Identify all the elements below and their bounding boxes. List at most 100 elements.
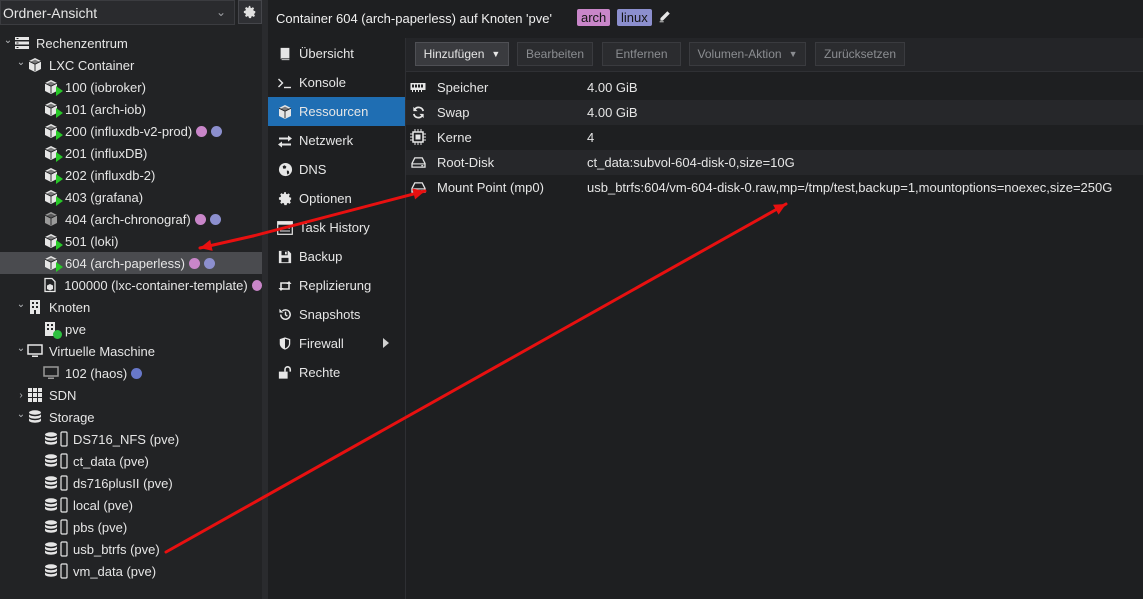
tag-dot (251, 279, 262, 291)
reset-button[interactable]: Zurücksetzen (815, 42, 905, 66)
terminal-icon (277, 75, 293, 91)
tree-item[interactable]: 501 (loki) (0, 230, 262, 252)
resource-row[interactable]: Kerne 4 (406, 125, 1143, 150)
nav-item-label: Replizierung (299, 278, 372, 293)
resource-key: Mount Point (mp0) (437, 180, 544, 195)
tree-item-label: 604 (arch-paperless) (65, 255, 185, 271)
nav-item[interactable]: Rechte (268, 358, 405, 387)
pencil-icon[interactable] (658, 10, 671, 23)
gear-icon (277, 191, 293, 207)
tree-item[interactable]: usb_btrfs (pve) (0, 538, 262, 560)
remove-button[interactable]: Entfernen (602, 42, 681, 66)
tree-item-label: 403 (grafana) (65, 189, 144, 205)
resource-row[interactable]: Swap 4.00 GiB (406, 100, 1143, 125)
tree-item-label: Knoten (49, 299, 91, 315)
nav-item-label: Task History (299, 220, 370, 235)
nav-item-label: Übersicht (299, 46, 354, 61)
edit-button[interactable]: Bearbeiten (517, 42, 593, 66)
tree-item[interactable]: vm_data (pve) (0, 560, 262, 582)
tree-item[interactable]: local (pve) (0, 494, 262, 516)
tree-item[interactable]: 102 (haos) (0, 362, 262, 384)
hdd-icon (410, 179, 426, 195)
nav-item-label: Konsole (299, 75, 346, 90)
resource-row[interactable]: Speicher 4.00 GiB (406, 75, 1143, 100)
nav-item[interactable]: Ressourcen (268, 97, 405, 126)
nav-item[interactable]: Replizierung (268, 271, 405, 300)
storage-icon (43, 519, 68, 535)
tree-item[interactable]: pve (0, 318, 262, 340)
tree-item-label: 404 (arch-chronograf) (65, 211, 191, 227)
tree-item[interactable]: 100000 (lxc-container-template) (0, 274, 262, 296)
chevron-down-icon[interactable]: ⌄ (15, 57, 27, 68)
nav-item-label: Snapshots (299, 307, 361, 322)
grid-icon (27, 387, 43, 403)
history-icon (277, 307, 293, 323)
view-selector[interactable]: Ordner-Ansicht ⌄ (0, 0, 235, 25)
tree-item-label: pbs (pve) (73, 519, 128, 535)
tree-item[interactable]: 404 (arch-chronograf) (0, 208, 262, 230)
volume-action-button[interactable]: Volumen-Aktion ▼ (689, 42, 806, 66)
tree-item[interactable]: ⌄ LXC Container (0, 54, 262, 76)
chevron-down-icon[interactable]: ⌄ (15, 299, 27, 310)
nav-item[interactable]: Übersicht (268, 39, 405, 68)
chevron-right-icon[interactable]: › (15, 390, 27, 401)
nav-item-label: Firewall (299, 336, 344, 351)
submenu-arrow-icon (383, 338, 389, 348)
cpu-icon (410, 129, 426, 145)
caret-down-icon: ▼ (788, 49, 798, 59)
container-running-icon (43, 123, 63, 140)
resources-toolbar: Hinzufügen ▼ Bearbeiten Entfernen Volumen… (406, 38, 1143, 72)
tree-item-label: SDN (49, 387, 77, 403)
tree-item[interactable]: 604 (arch-paperless) (0, 252, 262, 274)
nav-item[interactable]: Task History (268, 213, 405, 242)
tree-item[interactable]: ct_data (pve) (0, 450, 262, 472)
nav-item[interactable]: Firewall (268, 329, 405, 358)
resource-key: Swap (437, 105, 470, 120)
tree-item[interactable]: ⌄ Rechenzentrum (0, 32, 262, 54)
tree-item[interactable]: ⌄ Virtuelle Maschine (0, 340, 262, 362)
tree-item[interactable]: 202 (influxdb-2) (0, 164, 262, 186)
resource-value: 4.00 GiB (587, 105, 638, 120)
tree-settings-button[interactable] (238, 0, 262, 24)
chevron-down-icon[interactable]: ⌄ (15, 343, 27, 354)
tree-item-label: DS716_NFS (pve) (73, 431, 180, 447)
cube-icon (27, 57, 43, 73)
container-running-icon (43, 189, 63, 206)
nav-item[interactable]: DNS (268, 155, 405, 184)
nav-item[interactable]: Snapshots (268, 300, 405, 329)
tree-item-label: Virtuelle Maschine (49, 343, 155, 359)
tree-item[interactable]: DS716_NFS (pve) (0, 428, 262, 450)
container-running-icon (43, 145, 63, 162)
tree-item[interactable]: 403 (grafana) (0, 186, 262, 208)
tree-item-label: 100 (iobroker) (65, 79, 146, 95)
monitor-icon (27, 343, 43, 359)
nav-item[interactable]: Optionen (268, 184, 405, 213)
tag-dot (188, 257, 200, 269)
nav-item[interactable]: Konsole (268, 68, 405, 97)
nav-item[interactable]: Netzwerk (268, 126, 405, 155)
caret-down-icon: ▼ (491, 49, 501, 59)
resource-row[interactable]: Root-Disk ct_data:subvol-604-disk-0,size=… (406, 150, 1143, 175)
container-running-icon (43, 167, 63, 184)
tree-item-label: 202 (influxdb-2) (65, 167, 156, 183)
chevron-down-icon[interactable]: ⌄ (15, 409, 27, 420)
nav-item[interactable]: Backup (268, 242, 405, 271)
tree-item[interactable]: ⌄ Knoten (0, 296, 262, 318)
tree-item[interactable]: ⌄ Storage (0, 406, 262, 428)
tree-item[interactable]: › SDN (0, 384, 262, 406)
container-running-icon (43, 101, 63, 118)
resource-row[interactable]: Mount Point (mp0) usb_btrfs:604/vm-604-di… (406, 175, 1143, 200)
tree-item[interactable]: pbs (pve) (0, 516, 262, 538)
tree-item[interactable]: 201 (influxDB) (0, 142, 262, 164)
add-button[interactable]: Hinzufügen ▼ (415, 42, 509, 66)
tree-item[interactable]: 101 (arch-iob) (0, 98, 262, 120)
tree-item-label: pve (65, 321, 86, 337)
tree-item[interactable]: 100 (iobroker) (0, 76, 262, 98)
database-icon (27, 409, 43, 425)
container-nav-menu: Übersicht Konsole Ressourcen Netzwerk DNS Opt… (268, 38, 405, 599)
chevron-down-icon[interactable]: ⌄ (2, 35, 14, 46)
tree-item[interactable]: ds716plusII (pve) (0, 472, 262, 494)
tree-item[interactable]: 200 (influxdb-v2-prod) (0, 120, 262, 142)
container-running-icon (43, 255, 63, 272)
tree-item-label: 201 (influxDB) (65, 145, 148, 161)
